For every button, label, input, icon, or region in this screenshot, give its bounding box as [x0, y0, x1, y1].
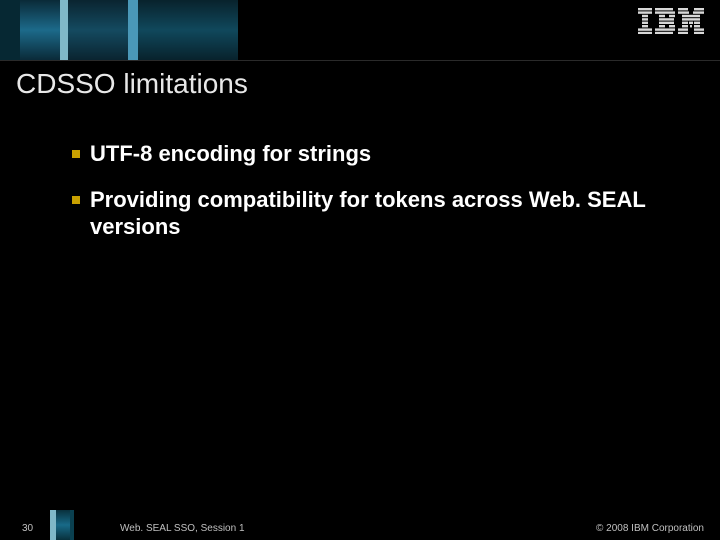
header-decoration	[0, 0, 720, 60]
footer-session-label: Web. SEAL SSO, Session 1	[120, 523, 245, 534]
page-number: 30	[22, 523, 33, 534]
ibm-logo-icon	[638, 8, 704, 34]
footer-copyright: © 2008 IBM Corporation	[596, 523, 704, 534]
bullet-item: UTF-8 encoding for strings	[72, 140, 680, 168]
square-bullet-icon	[72, 196, 80, 204]
header-divider	[0, 60, 720, 61]
slide-title: CDSSO limitations	[16, 68, 248, 100]
bullet-text: UTF-8 encoding for strings	[90, 140, 371, 168]
bullet-text: Providing compatibility for tokens acros…	[90, 186, 680, 241]
header-stripes	[0, 0, 260, 60]
footer-stripes	[50, 510, 78, 540]
bullet-item: Providing compatibility for tokens acros…	[72, 186, 680, 241]
slide-body: UTF-8 encoding for strings Providing com…	[72, 140, 680, 259]
square-bullet-icon	[72, 150, 80, 158]
slide-footer: 30 Web. SEAL SSO, Session 1 © 2008 IBM C…	[0, 510, 720, 540]
